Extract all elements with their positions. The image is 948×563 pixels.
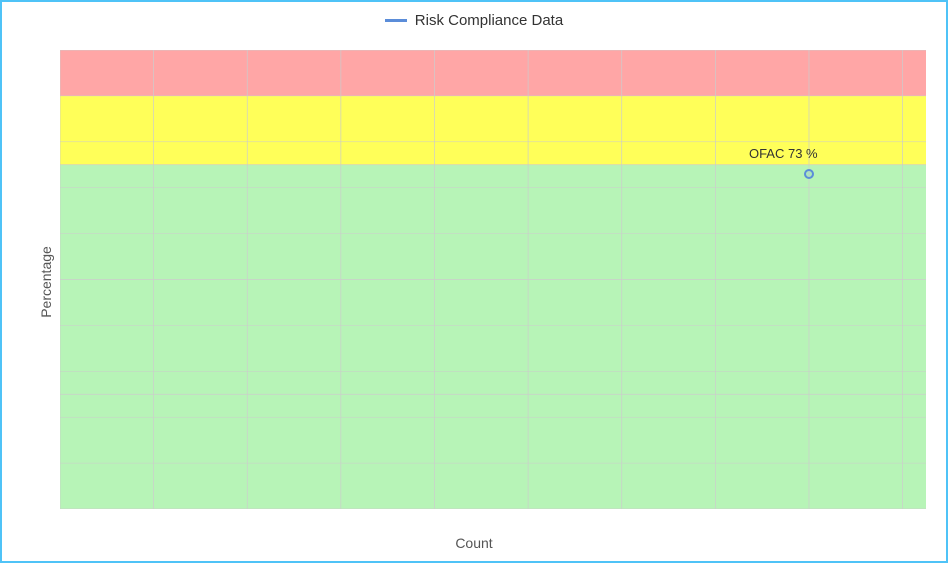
chart-container: Risk Compliance Data Percentage OFAC 73 … [0,0,948,563]
plot-area: OFAC 73 % 100 %75 %50 %25 %0 % 020406080… [60,50,926,509]
chart-title: Risk Compliance Data [415,12,563,29]
data-point-label: OFAC 73 % [749,146,818,161]
zone-red [60,50,926,96]
zone-green [60,165,926,509]
legend-line-icon [385,19,407,22]
y-axis-label: Percentage [38,246,54,318]
data-point [804,169,814,179]
x-axis-label: Count [2,535,946,551]
chart-legend-area: Risk Compliance Data [2,12,946,29]
